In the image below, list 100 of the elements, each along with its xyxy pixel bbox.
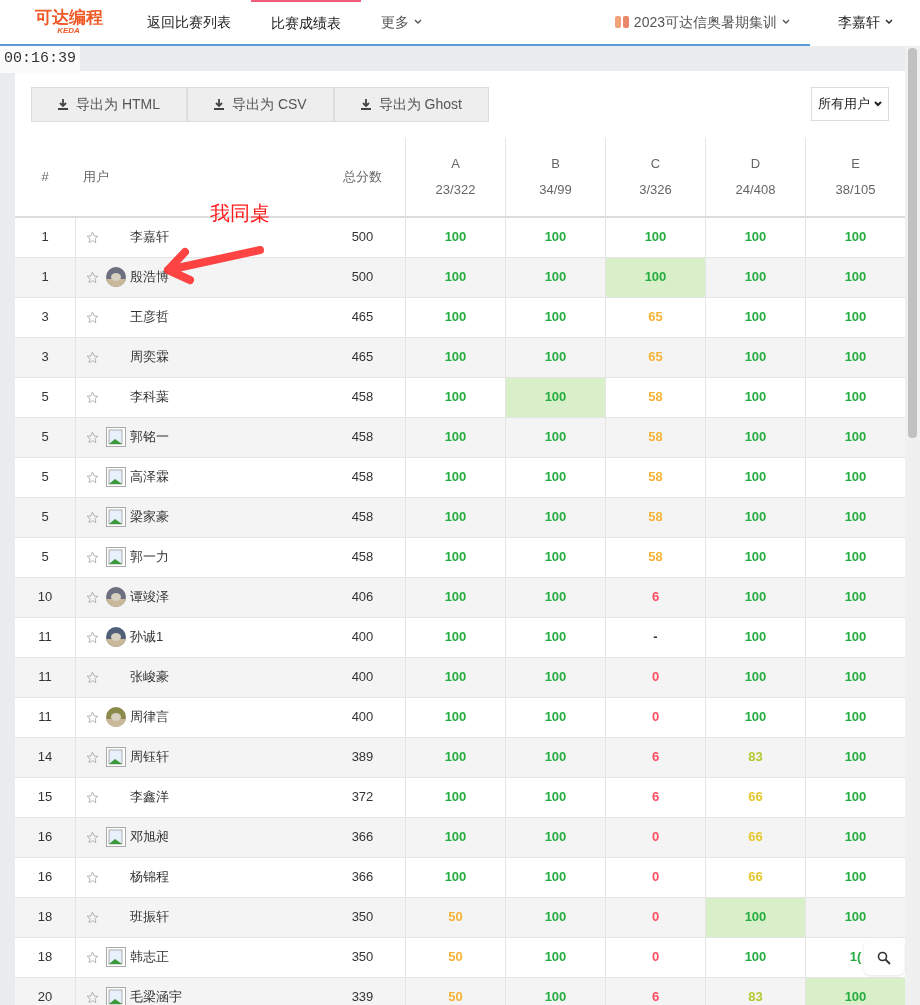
score-cell[interactable]: 100 (744, 587, 767, 607)
score-cell[interactable]: 6 (651, 787, 660, 807)
score-cell[interactable]: 100 (744, 267, 767, 287)
score-cell[interactable]: 100 (544, 507, 567, 527)
score-cell[interactable]: 100 (544, 827, 567, 847)
user-filter-select[interactable]: 所有用户 (811, 86, 889, 121)
score-cell[interactable]: 0 (651, 867, 660, 887)
score-cell[interactable]: 100 (844, 827, 867, 847)
user-name[interactable]: 张峻豪 (130, 667, 169, 687)
export-button[interactable]: 导出为 CSV (187, 86, 334, 122)
score-cell[interactable]: 100 (544, 347, 567, 367)
score-cell[interactable]: 100 (844, 627, 867, 647)
score-cell[interactable]: 58 (648, 547, 663, 567)
score-cell[interactable]: 65 (648, 347, 663, 367)
user-name[interactable]: 谭竣泽 (130, 587, 169, 607)
user-name[interactable]: 郭铭一 (130, 427, 169, 447)
user-name[interactable]: 李嘉轩 (130, 227, 169, 247)
score-cell[interactable]: 100 (544, 387, 567, 407)
user-name[interactable]: 李科葉 (130, 387, 169, 407)
score-cell[interactable]: 100 (744, 307, 767, 327)
user-menu[interactable]: 李嘉轩 (810, 0, 920, 45)
score-cell[interactable]: 100 (444, 387, 467, 407)
score-cell[interactable]: 100 (444, 427, 467, 447)
score-cell[interactable]: 100 (744, 707, 767, 727)
score-cell[interactable]: 100 (544, 267, 567, 287)
score-cell[interactable]: 100 (444, 867, 467, 887)
nav-link[interactable]: 比赛成绩表 (251, 0, 361, 45)
score-cell[interactable]: 50 (448, 947, 463, 967)
score-cell[interactable]: 100 (644, 267, 667, 287)
score-cell[interactable]: 1( (849, 947, 862, 967)
score-cell[interactable]: 100 (744, 227, 767, 247)
score-cell[interactable]: 6 (651, 747, 660, 767)
user-name[interactable]: 郭一力 (130, 547, 169, 567)
score-cell[interactable]: 100 (844, 267, 867, 287)
score-cell[interactable]: 100 (844, 547, 867, 567)
nav-link[interactable]: 更多 (361, 0, 442, 45)
domain-menu[interactable]: 2023可达信奥暑期集训 (593, 0, 810, 45)
score-cell[interactable]: 100 (744, 667, 767, 687)
score-cell[interactable]: 100 (844, 707, 867, 727)
score-cell[interactable]: 100 (744, 507, 767, 527)
user-name[interactable]: 高泽霖 (130, 467, 169, 487)
score-cell[interactable]: 58 (648, 507, 663, 527)
score-cell[interactable]: 100 (444, 467, 467, 487)
score-cell[interactable]: 0 (651, 707, 660, 727)
user-name[interactable]: 韩志正 (130, 947, 169, 967)
score-cell[interactable]: 100 (844, 227, 867, 247)
score-cell[interactable]: 100 (444, 667, 467, 687)
score-cell[interactable]: 58 (648, 387, 663, 407)
score-cell[interactable]: 100 (744, 627, 767, 647)
score-cell[interactable]: 100 (444, 587, 467, 607)
score-cell[interactable]: 100 (544, 787, 567, 807)
score-cell[interactable]: 100 (444, 507, 467, 527)
score-cell[interactable]: 100 (444, 227, 467, 247)
score-cell[interactable]: 100 (844, 507, 867, 527)
score-cell[interactable]: 100 (544, 907, 567, 927)
score-cell[interactable]: 100 (544, 627, 567, 647)
export-button[interactable]: 导出为 HTML (31, 86, 187, 122)
score-cell[interactable]: 100 (544, 747, 567, 767)
score-cell[interactable]: 100 (844, 467, 867, 487)
score-cell[interactable]: 58 (648, 467, 663, 487)
score-cell[interactable]: 6 (651, 987, 660, 1005)
score-cell[interactable]: 100 (844, 747, 867, 767)
score-cell[interactable]: 100 (844, 787, 867, 807)
score-cell[interactable]: 100 (844, 587, 867, 607)
score-cell[interactable]: 100 (544, 867, 567, 887)
score-cell[interactable]: 0 (651, 907, 660, 927)
score-cell[interactable]: 83 (748, 987, 763, 1005)
score-cell[interactable]: 100 (444, 707, 467, 727)
user-name[interactable]: 王彦哲 (130, 307, 169, 327)
scrollbar[interactable] (905, 46, 920, 1005)
user-name[interactable]: 周律言 (130, 707, 169, 727)
score-cell[interactable]: 100 (744, 387, 767, 407)
export-button[interactable]: 导出为 Ghost (333, 86, 489, 122)
score-cell[interactable]: 100 (744, 547, 767, 567)
user-name[interactable]: 梁家豪 (130, 507, 169, 527)
score-cell[interactable]: 50 (448, 987, 463, 1005)
score-cell[interactable]: 100 (444, 547, 467, 567)
score-cell[interactable]: 100 (844, 907, 867, 927)
user-name[interactable]: 杨锦程 (130, 867, 169, 887)
score-cell[interactable]: 0 (651, 667, 660, 687)
score-cell[interactable]: 100 (544, 587, 567, 607)
user-name[interactable]: 班振轩 (130, 907, 169, 927)
score-cell[interactable]: 100 (844, 987, 867, 1005)
score-cell[interactable]: 100 (744, 907, 767, 927)
score-cell[interactable]: 100 (744, 467, 767, 487)
score-cell[interactable]: 66 (748, 827, 763, 847)
score-cell[interactable]: 100 (444, 347, 467, 367)
logo[interactable]: 可达编程 (34, 8, 103, 26)
user-name[interactable]: 孙诚1 (130, 627, 164, 647)
user-name[interactable]: 李鑫洋 (130, 787, 169, 807)
user-name[interactable]: 周奕霖 (130, 347, 169, 367)
search-button[interactable] (864, 940, 904, 975)
score-cell[interactable]: 100 (844, 667, 867, 687)
score-cell[interactable]: 0 (651, 947, 660, 967)
score-cell[interactable]: 83 (748, 747, 763, 767)
score-cell[interactable]: 100 (544, 427, 567, 447)
score-cell[interactable]: 100 (544, 707, 567, 727)
user-name[interactable]: 殷浩博 (130, 267, 169, 287)
score-cell[interactable]: 66 (748, 867, 763, 887)
score-cell[interactable]: 100 (844, 347, 867, 367)
